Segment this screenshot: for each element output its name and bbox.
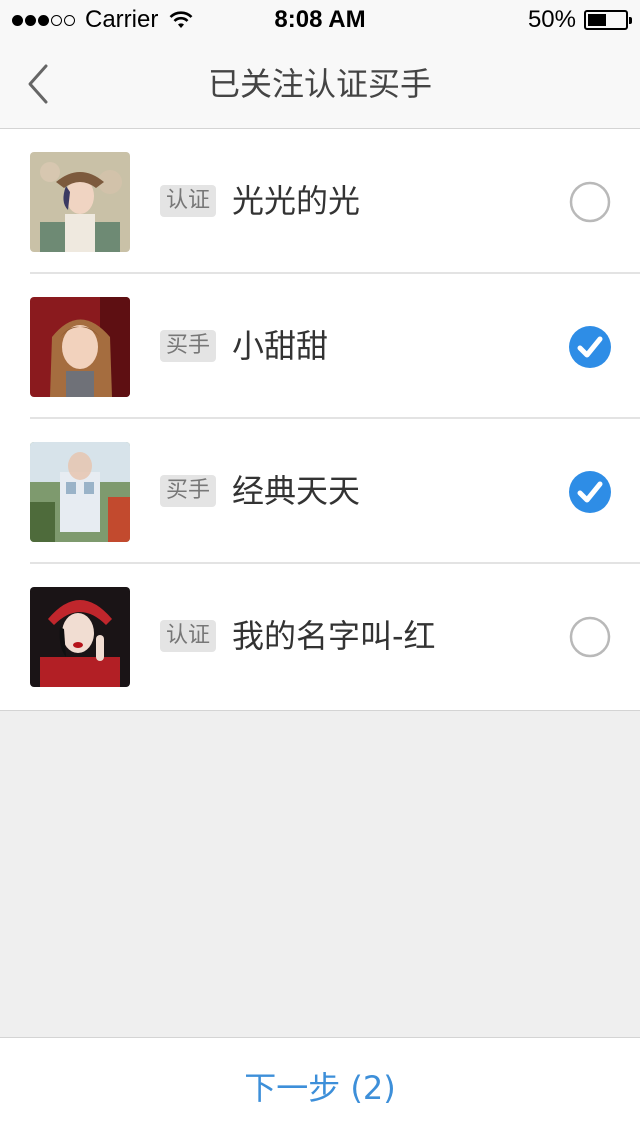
list-item[interactable]: 认证 我的名字叫-红 [0,564,640,709]
page-title: 已关注认证买手 [207,65,432,103]
buyer-list: 认证 光光的光 买手 小甜甜 买手 经典天天 认证 我的名字叫-红 [0,129,640,711]
status-bar: Carrier 8:08 AM 50% [0,0,640,40]
buyer-name: 我的名字叫-红 [232,617,436,655]
nav-bar: 已关注认证买手 [0,40,640,129]
certified-tag: 认证 [160,620,217,652]
list-item[interactable]: 买手 小甜甜 [0,274,640,419]
next-step-button[interactable]: 下一步 (2) [0,1066,640,1110]
avatar [30,442,130,542]
avatar [30,152,130,252]
status-right: 50% [527,6,632,34]
avatar [30,587,130,687]
buyer-name: 经典天天 [232,472,361,510]
buyer-name: 小甜甜 [232,327,329,365]
certified-tag: 认证 [160,185,217,217]
buyer-tag: 买手 [160,475,217,507]
battery-percent: 50% [527,6,576,33]
buyer-name: 光光的光 [232,182,361,220]
list-item[interactable]: 买手 经典天天 [0,419,640,564]
avatar [30,297,130,397]
radio-unchecked-icon[interactable] [569,181,611,223]
checkmark-icon[interactable] [569,326,611,368]
buyer-tag: 买手 [160,330,217,362]
checkmark-icon[interactable] [569,471,611,513]
radio-unchecked-icon[interactable] [569,616,611,658]
list-item[interactable]: 认证 光光的光 [0,129,640,274]
bottom-action-bar: 下一步 (2) [0,1037,640,1137]
battery-icon [584,10,632,30]
